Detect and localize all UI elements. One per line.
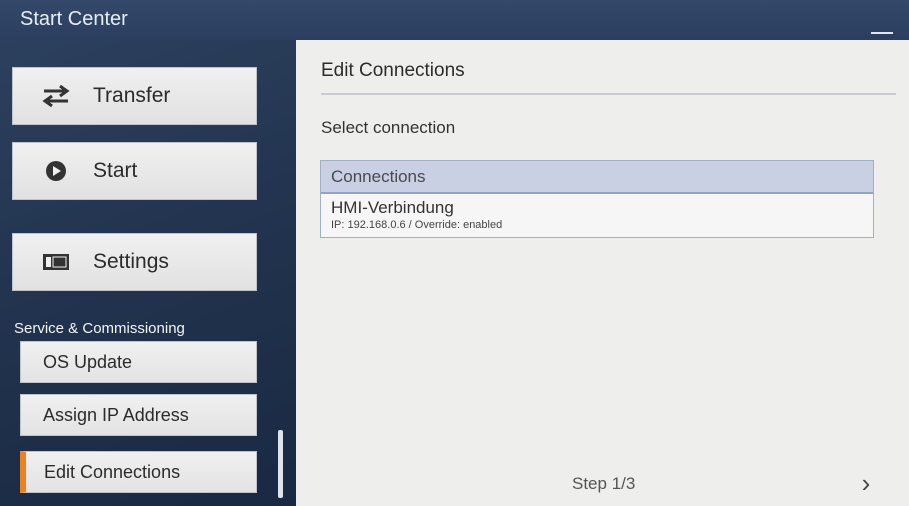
edit-connections-panel: Edit Connections Select connection Conne…: [296, 40, 909, 506]
connection-name: HMI-Verbindung: [331, 198, 454, 217]
app-title: Start Center: [20, 8, 128, 30]
settings-label: Settings: [93, 250, 169, 273]
assign-ip-address-button[interactable]: Assign IP Address: [20, 394, 257, 436]
edit-connections-button[interactable]: Edit Connections: [20, 451, 257, 493]
title-divider: [321, 93, 896, 95]
panel-title: Edit Connections: [321, 60, 465, 81]
table-row[interactable]: HMI-Verbindung IP: 192.168.0.6 / Overrid…: [321, 194, 873, 235]
settings-panel-icon: [41, 250, 71, 274]
transfer-label: Transfer: [93, 84, 171, 107]
connections-table: Connections HMI-Verbindung IP: 192.168.0…: [320, 160, 874, 238]
play-icon: [41, 159, 71, 183]
hmi-screen: Start Center Transfer Start Settings Ser…: [0, 0, 909, 506]
start-label: Start: [93, 159, 138, 182]
os-update-button[interactable]: OS Update: [20, 341, 257, 383]
step-indicator: Step 1/3: [572, 474, 636, 493]
settings-button[interactable]: Settings: [12, 233, 257, 291]
service-commissioning-label: Service & Commissioning: [14, 320, 185, 337]
chevron-right-icon: ›: [861, 467, 871, 498]
transfer-button[interactable]: Transfer: [12, 67, 257, 125]
transfer-arrows-icon: [41, 84, 71, 108]
panel-subtitle: Select connection: [321, 118, 456, 137]
title-bar: Start Center: [0, 0, 909, 40]
connections-table-header: Connections: [321, 161, 873, 194]
minimize-button[interactable]: [871, 20, 893, 34]
start-button[interactable]: Start: [12, 142, 257, 200]
sidebar-scrollbar[interactable]: [278, 430, 283, 498]
next-step-button[interactable]: ›: [851, 468, 881, 498]
connection-detail: IP: 192.168.0.6 / Override: enabled: [331, 219, 503, 231]
